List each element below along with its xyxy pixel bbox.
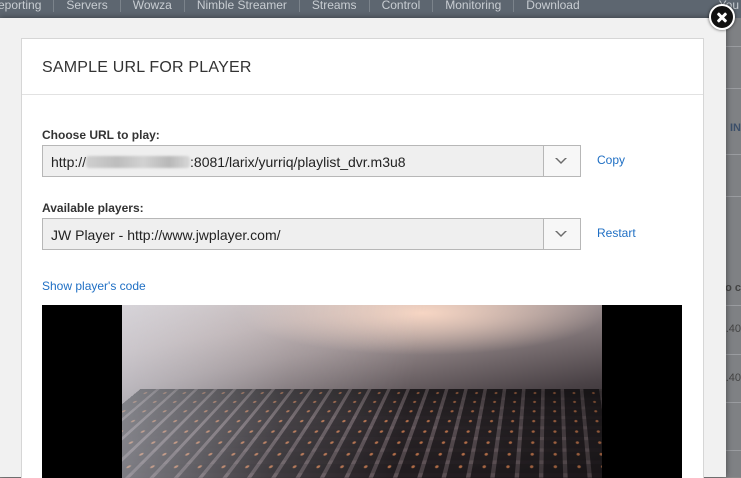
close-icon[interactable] [709, 4, 735, 30]
bg-fragment-in: IN [730, 122, 741, 134]
player-dropdown-button[interactable] [543, 219, 580, 249]
url-label: Choose URL to play: [42, 128, 160, 142]
nav-item-download[interactable]: Download [514, 0, 591, 12]
nav-item-monitoring[interactable]: Monitoring [433, 0, 515, 12]
video-frame [122, 305, 602, 478]
top-navigation: eporting Servers Wowza Nimble Streamer S… [0, 0, 741, 18]
sample-url-dialog: SAMPLE URL FOR PLAYER Choose URL to play… [21, 38, 704, 478]
redacted-host [86, 156, 191, 168]
url-select-value: http://:8081/larix/yurriq/playlist_dvr.m… [51, 154, 406, 170]
copy-link[interactable]: Copy [597, 153, 625, 167]
bg-fragment-column: o c [725, 282, 741, 294]
show-player-code-link[interactable]: Show player's code [42, 279, 146, 293]
players-label: Available players: [42, 201, 144, 215]
modal-overlay: SAMPLE URL FOR PLAYER Choose URL to play… [0, 18, 726, 478]
nav-item-streams[interactable]: Streams [300, 0, 370, 12]
nav-item-control[interactable]: Control [370, 0, 434, 12]
nav-item-wowza[interactable]: Wowza [121, 0, 185, 12]
player-select-value: JW Player - http://www.jwplayer.com/ [51, 227, 281, 243]
nav-item-nimble-streamer[interactable]: Nimble Streamer [185, 0, 300, 12]
chevron-down-icon [555, 231, 567, 237]
dialog-title: SAMPLE URL FOR PLAYER [42, 59, 252, 76]
video-player[interactable] [42, 305, 682, 478]
chevron-down-icon [555, 158, 567, 164]
restart-link[interactable]: Restart [597, 226, 636, 240]
player-select[interactable]: JW Player - http://www.jwplayer.com/ [42, 218, 581, 250]
dialog-header: SAMPLE URL FOR PLAYER [22, 39, 703, 95]
url-dropdown-button[interactable] [543, 146, 580, 176]
url-select[interactable]: http://:8081/larix/yurriq/playlist_dvr.m… [42, 145, 581, 177]
nav-item-servers[interactable]: Servers [54, 0, 121, 12]
nav-item-reporting[interactable]: eporting [0, 0, 55, 12]
